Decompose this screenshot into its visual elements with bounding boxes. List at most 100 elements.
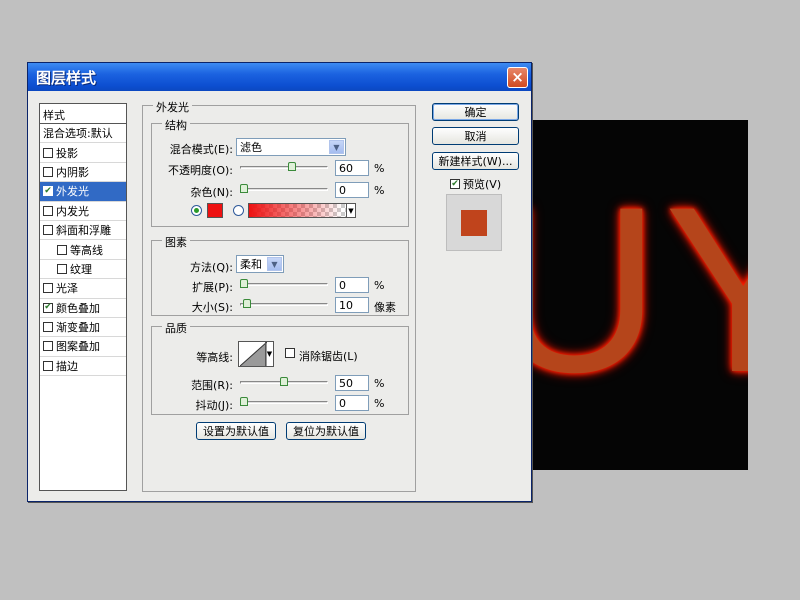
- style-list-item-label: 光泽: [56, 282, 78, 296]
- antialias-label: 消除锯齿(L): [299, 350, 358, 363]
- gradient-radio[interactable]: [233, 205, 244, 216]
- style-checkbox[interactable]: ✔: [43, 186, 53, 197]
- style-list-item[interactable]: 投影: [40, 143, 126, 163]
- spread-input[interactable]: [335, 277, 369, 293]
- blend-options-item[interactable]: 混合选项:默认: [40, 124, 126, 144]
- make-default-button[interactable]: 设置为默认值: [196, 422, 276, 440]
- panel-title: 外发光: [153, 99, 192, 115]
- style-list-item[interactable]: 等高线: [40, 240, 126, 260]
- opacity-label: 不透明度(O):: [168, 164, 233, 177]
- noise-label: 杂色(N):: [190, 186, 233, 199]
- style-checkbox[interactable]: [43, 225, 53, 236]
- spread-slider[interactable]: [240, 283, 328, 286]
- style-list-item[interactable]: 纹理: [40, 260, 126, 280]
- technique-label: 方法(Q):: [190, 261, 233, 274]
- preview-label: 预览(V): [463, 178, 502, 191]
- style-checkbox[interactable]: [43, 322, 53, 333]
- style-preview-swatch: [461, 209, 487, 236]
- size-label: 大小(S):: [191, 301, 233, 314]
- style-checkbox[interactable]: [43, 205, 53, 216]
- style-checkbox[interactable]: [43, 283, 53, 294]
- style-list-item[interactable]: 图案叠加: [40, 337, 126, 357]
- technique-value: 柔和: [240, 258, 262, 271]
- elements-title: 图素: [162, 234, 190, 250]
- quality-title: 品质: [162, 320, 190, 336]
- style-checkbox[interactable]: [43, 147, 53, 158]
- solid-color-radio[interactable]: [191, 205, 202, 216]
- chevron-down-icon: ▼: [267, 257, 282, 271]
- chevron-down-icon: ▼: [265, 342, 273, 366]
- technique-select[interactable]: 柔和 ▼: [236, 255, 284, 273]
- style-list-item[interactable]: 渐变叠加: [40, 318, 126, 338]
- glow-color-swatch[interactable]: [207, 203, 223, 218]
- contour-linear-icon: [240, 342, 267, 366]
- close-icon: ×: [511, 68, 524, 86]
- style-list: 样式 混合选项:默认 投影 内阴影 ✔ 外发光 内发光 斜面和浮雕 等高线 纹理 光泽 ✔ 颜色叠加…: [39, 103, 127, 491]
- chevron-down-icon: ▼: [329, 140, 344, 154]
- reset-default-button[interactable]: 复位为默认值: [286, 422, 366, 440]
- noise-slider[interactable]: [240, 188, 328, 191]
- style-list-header[interactable]: 样式: [40, 104, 126, 124]
- jitter-input[interactable]: [335, 395, 369, 411]
- dialog-title: 图层样式: [36, 68, 97, 87]
- opacity-slider[interactable]: [240, 166, 328, 169]
- style-checkbox[interactable]: [43, 360, 53, 371]
- preview-toggle[interactable]: ✔ 预览(V): [450, 176, 501, 192]
- range-slider-thumb[interactable]: [280, 377, 288, 386]
- style-checkbox[interactable]: [43, 341, 53, 352]
- outer-glow-panel: 外发光 结构 混合模式(E): 滤色 ▼ 不透明度(O): % 杂色(N): %…: [142, 99, 416, 492]
- style-checkbox[interactable]: [57, 244, 67, 255]
- chevron-down-icon: ▼: [346, 204, 355, 217]
- style-list-item-label: 渐变叠加: [56, 321, 100, 335]
- blend-mode-value: 滤色: [240, 141, 262, 154]
- opacity-unit: %: [374, 162, 385, 175]
- quality-group: 品质 等高线: ▼ 消除锯齿(L) 范围(R): % 抖动(J): %: [151, 320, 409, 415]
- style-list-item-label: 等高线: [70, 243, 103, 257]
- style-list-item[interactable]: 描边: [40, 357, 126, 377]
- style-list-item[interactable]: 内阴影: [40, 163, 126, 183]
- contour-picker[interactable]: ▼: [238, 341, 274, 367]
- noise-input[interactable]: [335, 182, 369, 198]
- ok-button[interactable]: 确定: [432, 103, 519, 121]
- size-input[interactable]: [335, 297, 369, 313]
- gradient-picker[interactable]: ▼: [248, 203, 356, 218]
- structure-group: 结构 混合模式(E): 滤色 ▼ 不透明度(O): % 杂色(N): % ▼: [151, 117, 409, 227]
- style-list-item-label: 描边: [56, 359, 78, 373]
- style-list-item[interactable]: ✔ 颜色叠加: [40, 299, 126, 318]
- style-list-item-label: 图案叠加: [56, 340, 100, 354]
- elements-group: 图素 方法(Q): 柔和 ▼ 扩展(P): % 大小(S): 像素: [151, 234, 409, 316]
- cancel-button[interactable]: 取消: [432, 127, 519, 145]
- style-list-item[interactable]: ✔ 外发光: [40, 182, 126, 202]
- style-checkbox[interactable]: ✔: [43, 302, 53, 313]
- opacity-slider-thumb[interactable]: [288, 162, 296, 171]
- close-button[interactable]: ×: [507, 66, 528, 88]
- dialog-titlebar[interactable]: 图层样式 ×: [28, 63, 531, 91]
- style-list-item-label: 投影: [56, 146, 78, 160]
- range-input[interactable]: [335, 375, 369, 391]
- opacity-input[interactable]: [335, 160, 369, 176]
- style-list-item-label: 斜面和浮雕: [56, 224, 111, 238]
- preview-checkbox[interactable]: ✔: [450, 179, 460, 189]
- spread-slider-thumb[interactable]: [240, 279, 248, 288]
- style-list-item-label: 外发光: [56, 185, 89, 199]
- blend-mode-select[interactable]: 滤色 ▼: [236, 138, 346, 156]
- style-checkbox[interactable]: [43, 166, 53, 177]
- spread-label: 扩展(P):: [192, 281, 233, 294]
- style-list-item-label: 颜色叠加: [56, 301, 100, 315]
- new-style-button[interactable]: 新建样式(W)...: [432, 152, 519, 170]
- antialias-checkbox[interactable]: [285, 348, 295, 358]
- style-list-item[interactable]: 斜面和浮雕: [40, 221, 126, 241]
- style-list-item[interactable]: 内发光: [40, 202, 126, 221]
- size-slider[interactable]: [240, 303, 328, 306]
- range-unit: %: [374, 377, 385, 390]
- jitter-slider-thumb[interactable]: [240, 397, 248, 406]
- style-checkbox[interactable]: [57, 263, 67, 274]
- noise-slider-thumb[interactable]: [240, 184, 248, 193]
- style-list-item[interactable]: 光泽: [40, 279, 126, 299]
- style-list-item-label: 内发光: [56, 204, 89, 218]
- range-label: 范围(R):: [191, 379, 233, 392]
- jitter-slider[interactable]: [240, 401, 328, 404]
- size-slider-thumb[interactable]: [243, 299, 252, 308]
- jitter-unit: %: [374, 397, 385, 410]
- style-list-item-label: 内阴影: [56, 165, 89, 179]
